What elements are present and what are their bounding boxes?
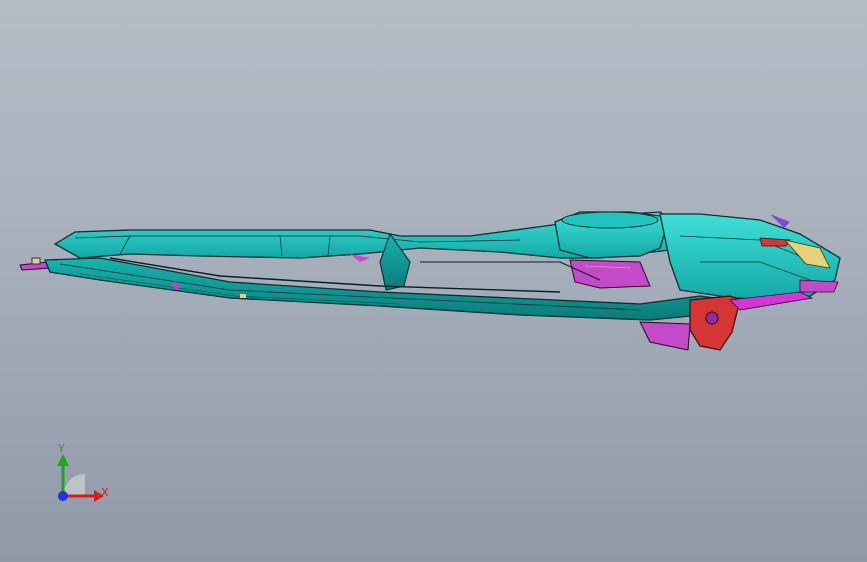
y-axis-label: Y	[58, 442, 65, 455]
coordinate-triad: Y X	[40, 438, 120, 518]
graphics-viewport[interactable]: Y X	[0, 0, 867, 562]
cad-model[interactable]	[0, 0, 867, 562]
front-hub	[554, 211, 841, 301]
x-axis-label: X	[101, 486, 109, 499]
coordinate-triad-icon	[57, 454, 104, 502]
